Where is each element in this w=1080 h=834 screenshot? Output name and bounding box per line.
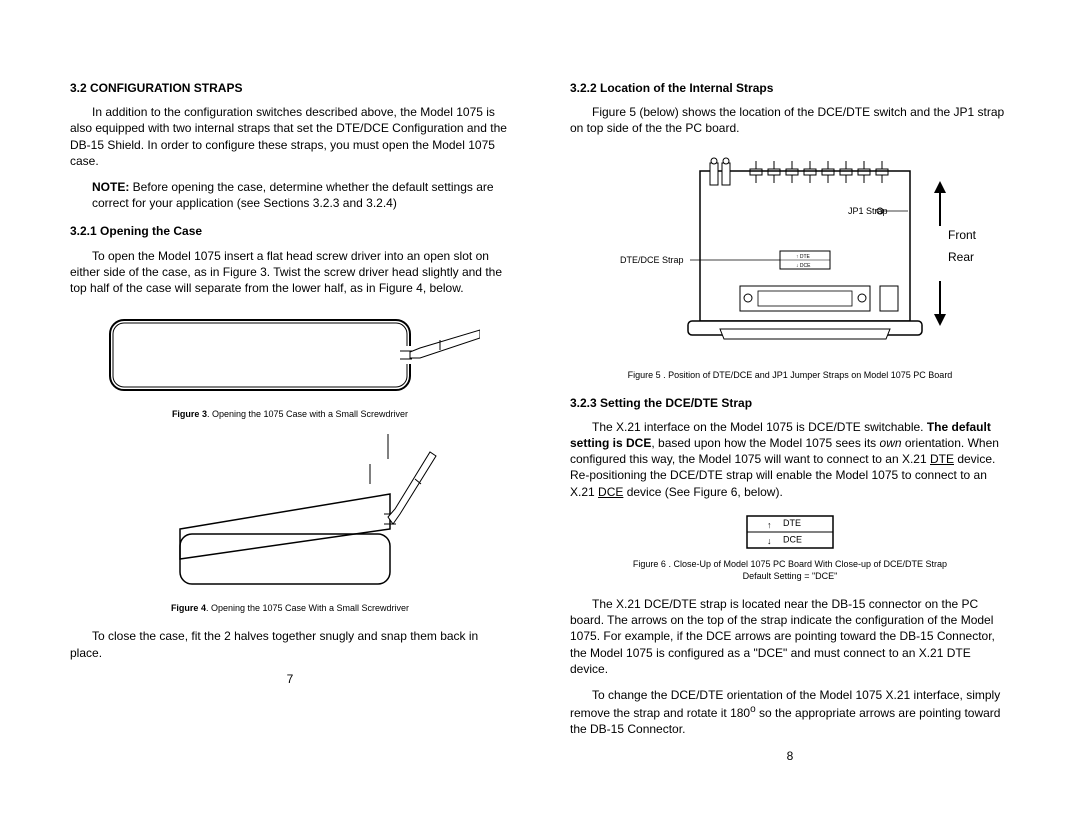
fig3-bold: Figure 3: [172, 409, 207, 419]
strap-dce: DCE: [783, 533, 802, 545]
fig6-line2: Default Setting = "DCE": [743, 571, 838, 581]
right-column: 3.2.2 Location of the Internal Straps Fi…: [570, 80, 1010, 764]
strap-dte: DTE: [783, 517, 801, 529]
fig3-rest: . Opening the 1075 Case with a Small Scr…: [207, 409, 408, 419]
heading-3-2-3: 3.2.3 Setting the DCE/DTE Strap: [570, 395, 1010, 411]
left-para3: To close the case, fit the 2 halves toge…: [70, 628, 510, 660]
p2i: device (See Figure 6, below).: [623, 485, 782, 499]
p2c: , based upon how the Model 1075 sees its: [651, 436, 879, 450]
figure-5-caption: Figure 5 . Position of DTE/DCE and JP1 J…: [570, 369, 1010, 381]
dtedce-label: DTE/DCE Strap: [620, 254, 684, 266]
page-number-left: 7: [70, 671, 510, 687]
note-block: NOTE: Before opening the case, determine…: [92, 179, 510, 211]
note-body: Before opening the case, determine wheth…: [92, 180, 494, 210]
right-para3: The X.21 DCE/DTE strap is located near t…: [570, 596, 1010, 677]
figure-4-illustration: [140, 434, 440, 594]
figure-6-caption: Figure 6 . Close-Up of Model 1075 PC Boa…: [570, 558, 1010, 582]
jp1-label: JP1 Strap: [848, 205, 888, 217]
p2h: DCE: [598, 485, 623, 499]
fig6-labels: DTE DCE: [745, 514, 835, 550]
heading-3-2-1: 3.2.1 Opening the Case: [70, 223, 510, 239]
p2a: The X.21 interface on the Model 1075 is …: [592, 420, 927, 434]
fig6-line1: Figure 6 . Close-Up of Model 1075 PC Boa…: [633, 559, 947, 569]
right-para1: Figure 5 (below) shows the location of t…: [570, 104, 1010, 136]
figure-3-caption: Figure 3. Opening the 1075 Case with a S…: [70, 408, 510, 420]
left-para2: To open the Model 1075 insert a flat hea…: [70, 248, 510, 297]
heading-3-2: 3.2 CONFIGURATION STRAPS: [70, 80, 510, 96]
rear-label: Rear: [948, 249, 974, 265]
fig5-labels: JP1 Strap DTE/DCE Strap Front Rear: [590, 151, 990, 361]
fig4-rest: . Opening the 1075 Case With a Small Scr…: [206, 603, 409, 613]
p2f: DTE: [930, 452, 954, 466]
fig4-bold: Figure 4: [171, 603, 206, 613]
page-number-right: 8: [570, 748, 1010, 764]
note-label: NOTE:: [92, 180, 129, 194]
right-para2: The X.21 interface on the Model 1075 is …: [570, 419, 1010, 500]
front-label: Front: [948, 227, 976, 243]
page-spread: 3.2 CONFIGURATION STRAPS In addition to …: [0, 0, 1080, 784]
figure-3-illustration: [100, 310, 480, 400]
p2d: own: [880, 436, 902, 450]
heading-3-2-2: 3.2.2 Location of the Internal Straps: [570, 80, 1010, 96]
left-para1: In addition to the configuration switche…: [70, 104, 510, 169]
right-para4: To change the DCE/DTE orientation of the…: [570, 687, 1010, 738]
figure-4-caption: Figure 4. Opening the 1075 Case With a S…: [70, 602, 510, 614]
left-column: 3.2 CONFIGURATION STRAPS In addition to …: [70, 80, 510, 764]
